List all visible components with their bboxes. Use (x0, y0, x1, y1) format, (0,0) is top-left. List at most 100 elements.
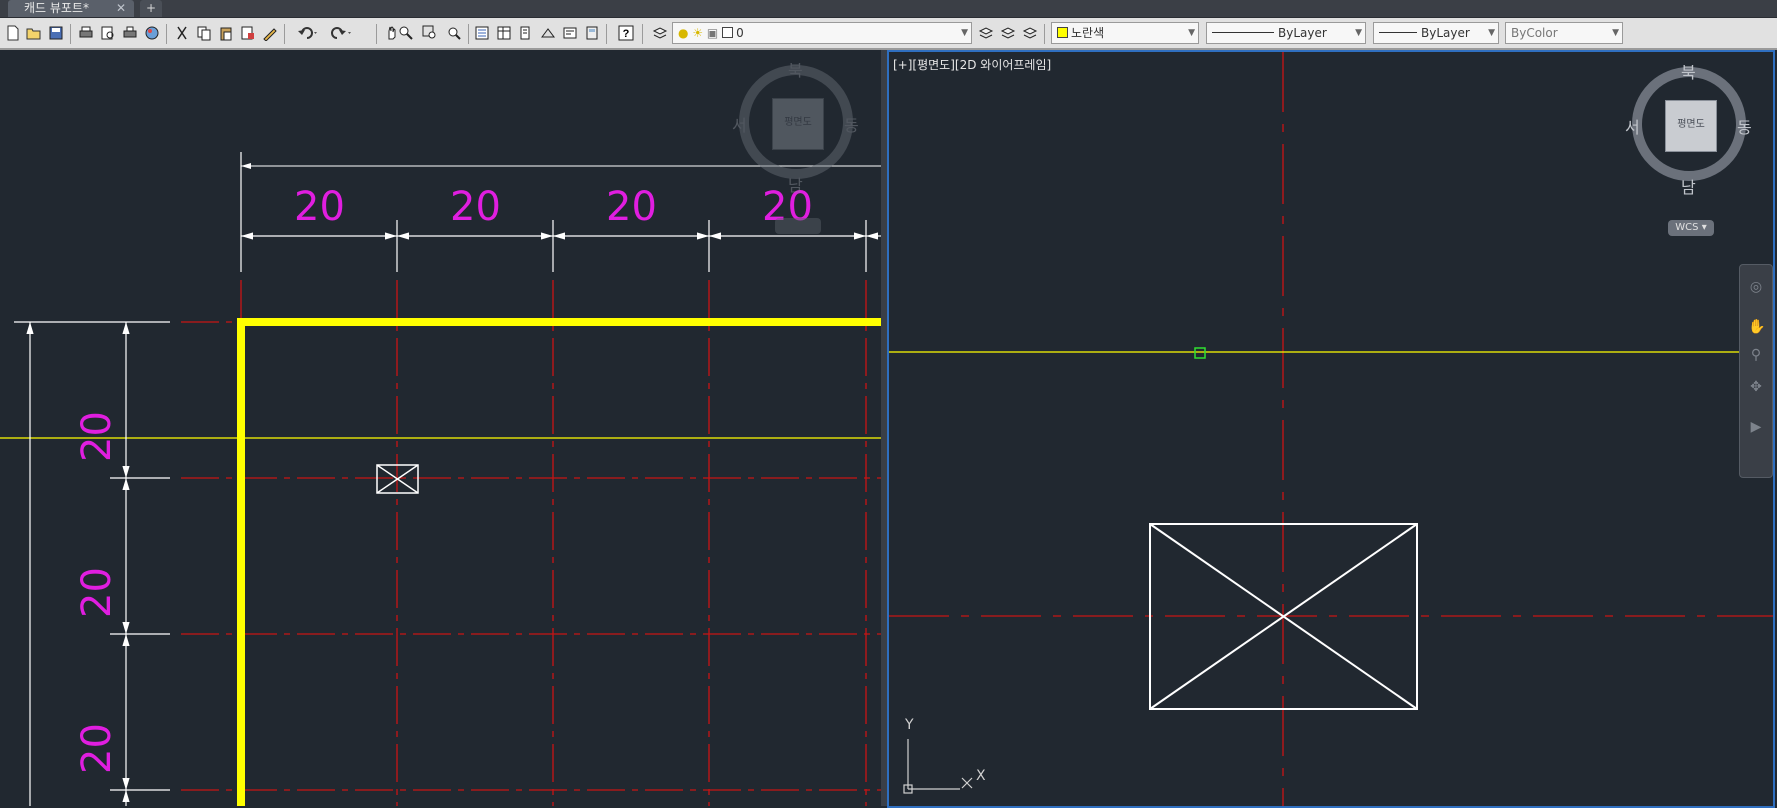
compass-north[interactable]: 북 (1681, 59, 1696, 83)
toolbar-separator (284, 24, 285, 44)
layer-previous-icon[interactable] (1000, 25, 1016, 41)
pan-icon[interactable]: ✋ (1748, 319, 1765, 335)
redo-icon[interactable] (330, 25, 354, 41)
view-cube-compass[interactable]: 평면도 북 남 동 서 (732, 61, 859, 195)
ucs-y-label: Y (905, 717, 914, 733)
view-cube-face[interactable]: 평면도 (772, 98, 824, 150)
orbit-icon[interactable]: ✥ (1748, 379, 1764, 395)
zoom-icon[interactable]: ⚲ (1748, 347, 1764, 363)
block-editor-icon[interactable] (262, 25, 278, 41)
properties-icon[interactable] (474, 25, 490, 41)
make-current-layer-icon[interactable] (978, 25, 994, 41)
calculator-icon[interactable] (584, 25, 600, 41)
copy-icon[interactable] (196, 25, 212, 41)
publish-icon[interactable] (122, 25, 138, 41)
undo-icon[interactable] (296, 25, 320, 41)
compass-south[interactable]: 남 (788, 172, 803, 196)
plot-preview-icon[interactable] (100, 25, 116, 41)
dimension-label: 20 (450, 184, 501, 230)
left-viewport[interactable]: 20 20 20 20 20 20 20 평면도 북 남 동 서 (0, 50, 881, 806)
wcs-menu-button[interactable]: WCS ▾ (1668, 220, 1714, 236)
new-tab-button[interactable]: + (140, 0, 162, 17)
paste-icon[interactable] (218, 25, 234, 41)
toolbar-separator (166, 24, 167, 44)
markup-icon[interactable] (562, 25, 578, 41)
view-cube-face[interactable]: 평면도 (1665, 100, 1717, 152)
toolbar: ? ● ☀ ▣ 0 ▼ 노란색 ▼ ByLayer ▼ ByLayer ▼ By… (0, 18, 1777, 50)
dimension-label: 20 (606, 184, 657, 230)
showmotion-icon[interactable]: ▶ (1748, 419, 1764, 435)
document-tab[interactable]: 캐드 뷰포트* ✕ (8, 0, 134, 17)
document-tab-bar: 캐드 뷰포트* ✕ + (0, 0, 1777, 18)
dimension-label: 20 (294, 184, 345, 230)
plot-icon[interactable] (78, 25, 94, 41)
ucs-x-label: X (976, 768, 986, 784)
open-icon[interactable] (26, 25, 42, 41)
layer-name: 0 (736, 26, 744, 40)
toolbar-separator (1044, 24, 1045, 44)
chevron-down-icon: ▾ (1701, 222, 1707, 233)
layer-color-swatch (722, 27, 734, 38)
cursor-pickbox (1194, 347, 1206, 359)
color-dropdown[interactable]: 노란색 ▼ (1051, 22, 1199, 44)
center-lines (181, 280, 881, 806)
chevron-down-icon: ▼ (1612, 28, 1619, 38)
chevron-down-icon: ▼ (1488, 28, 1495, 38)
new-icon[interactable] (5, 25, 21, 41)
linetype-dropdown[interactable]: ByLayer ▼ (1206, 22, 1366, 44)
chevron-down-icon: ▼ (961, 28, 968, 38)
zoom-realtime-icon[interactable] (398, 25, 414, 41)
dimension-label: 20 (74, 723, 120, 774)
lineweight-value: ByLayer (1421, 26, 1470, 40)
compass-south[interactable]: 남 (1681, 174, 1696, 198)
layer-on-icon[interactable]: ● (678, 26, 688, 40)
chevron-down-icon: ▼ (1188, 28, 1195, 38)
wcs-menu-faded (775, 218, 821, 234)
steering-wheel-icon[interactable]: ◎ (1748, 279, 1764, 295)
plotstyle-value: ByColor (1511, 26, 1558, 40)
tool-palettes-icon[interactable] (518, 25, 534, 41)
navigation-bar: ◎ ✋ ⚲ ✥ ▶ (1739, 264, 1773, 478)
color-value: 노란색 (1071, 26, 1105, 40)
cut-icon[interactable] (174, 25, 190, 41)
toolbar-separator (468, 24, 469, 44)
save-icon[interactable] (48, 25, 64, 41)
compass-north[interactable]: 북 (788, 57, 803, 81)
compass-west[interactable]: 서 (1625, 114, 1640, 138)
toolbar-separator (606, 24, 607, 44)
compass-west[interactable]: 서 (732, 112, 747, 136)
lineweight-dropdown[interactable]: ByLayer ▼ (1373, 22, 1499, 44)
svg-text:?: ? (623, 28, 630, 40)
plotstyle-dropdown[interactable]: ByColor ▼ (1505, 22, 1623, 44)
sheet-set-icon[interactable] (540, 25, 556, 41)
dimension-label: 20 (74, 411, 120, 462)
viewport-label[interactable]: [+][평면도][2D 와이어프레임] (893, 56, 1051, 73)
right-viewport[interactable]: [+][평면도][2D 와이어프레임] Y 평면도 북 남 동 서 WCS ▾ … (887, 50, 1775, 808)
toolbar-separator (642, 24, 643, 44)
toolbar-separator (70, 24, 71, 44)
view-cube-compass[interactable]: 평면도 북 남 동 서 (1625, 63, 1752, 197)
wcs-label: WCS (1675, 222, 1699, 233)
layer-freeze-icon[interactable]: ☀ (692, 26, 703, 40)
compass-east[interactable]: 동 (1737, 114, 1752, 138)
layer-lock-icon[interactable]: ▣ (707, 26, 718, 40)
linetype-sample (1212, 32, 1274, 33)
compass-east[interactable]: 동 (844, 112, 859, 136)
wall-outline (237, 318, 881, 806)
chevron-down-icon: ▼ (1355, 28, 1362, 38)
color-swatch (1057, 27, 1068, 38)
layer-properties-icon[interactable] (652, 25, 668, 41)
render-icon[interactable] (144, 25, 160, 41)
dimension-label: 20 (74, 567, 120, 618)
close-tab-icon[interactable]: ✕ (116, 0, 126, 16)
zoom-window-icon[interactable] (422, 25, 438, 41)
layer-state-icon[interactable] (1022, 25, 1038, 41)
lineweight-sample (1379, 32, 1417, 33)
layer-dropdown[interactable]: ● ☀ ▣ 0 ▼ (672, 22, 972, 44)
linetype-value: ByLayer (1278, 26, 1327, 40)
match-properties-icon[interactable] (240, 25, 256, 41)
design-center-icon[interactable] (496, 25, 512, 41)
help-icon[interactable]: ? (618, 25, 634, 41)
ucs-icon (903, 739, 973, 794)
zoom-previous-icon[interactable] (446, 25, 462, 41)
